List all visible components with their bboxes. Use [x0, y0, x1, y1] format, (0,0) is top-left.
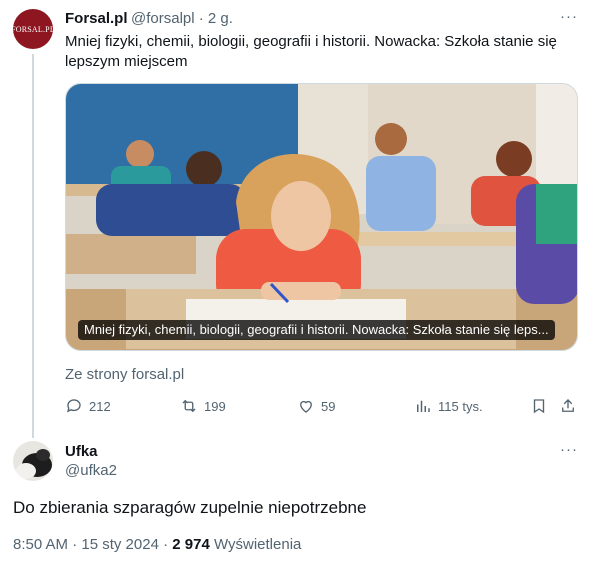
bookmark-icon	[533, 399, 545, 414]
tweet-actions-bar: 212 199 59 115 tys.	[65, 397, 585, 419]
author-name[interactable]: Forsal.pl	[65, 10, 128, 28]
reply-icon	[66, 399, 81, 413]
thread-connector-line	[32, 54, 34, 438]
heart-icon	[300, 400, 312, 413]
views-button[interactable]: 115 tys.	[414, 397, 483, 415]
reply-views-count: 2 974	[172, 536, 210, 553]
reply-author-avatar[interactable]	[13, 441, 53, 481]
reply-text: Do zbierania szparagów zupelnie niepotrz…	[13, 498, 367, 517]
author-handle-time[interactable]: @forsalpl · 2 g.	[131, 10, 233, 28]
like-count: 59	[321, 398, 336, 414]
link-source[interactable]: Ze strony forsal.pl	[65, 366, 184, 383]
reply-author-name[interactable]: Ufka	[65, 443, 98, 460]
analytics-bar-icon	[417, 400, 430, 412]
tweet-text: Mniej fizyki, chemii, biologii, geografi…	[65, 33, 557, 70]
reply-views-label: Wyświetlenia	[213, 536, 302, 553]
share-icon	[562, 399, 574, 412]
share-button[interactable]	[559, 397, 577, 415]
repost-icon	[182, 399, 196, 413]
repost-count: 199	[204, 398, 226, 414]
reply-more-options-icon[interactable]: ···	[560, 441, 578, 458]
reply-author-handle[interactable]: @ufka2	[65, 462, 117, 479]
link-card-title-overlay[interactable]: Mniej fizyki, chemii, biologii, geografi…	[78, 320, 555, 340]
link-card-image[interactable]	[65, 83, 578, 351]
like-button[interactable]: 59	[297, 397, 335, 415]
author-avatar[interactable]: FORSAL.PL	[11, 9, 55, 49]
reply-button[interactable]: 212	[65, 397, 111, 415]
reply-timestamp[interactable]: 8:50 AM · 15 sty 2024 ·	[13, 536, 172, 553]
avatar-photo	[13, 441, 53, 481]
classroom-photo	[66, 84, 577, 350]
bookmark-button[interactable]	[530, 397, 548, 415]
more-options-icon[interactable]: ···	[560, 8, 578, 25]
repost-button[interactable]: 199	[180, 397, 226, 415]
reply-metadata: 8:50 AM · 15 sty 2024 · 2 974 Wyświetlen…	[13, 536, 301, 553]
reply-count: 212	[89, 398, 111, 414]
avatar-logo-text: FORSAL.PL	[11, 24, 55, 34]
views-count: 115 tys.	[438, 398, 483, 414]
